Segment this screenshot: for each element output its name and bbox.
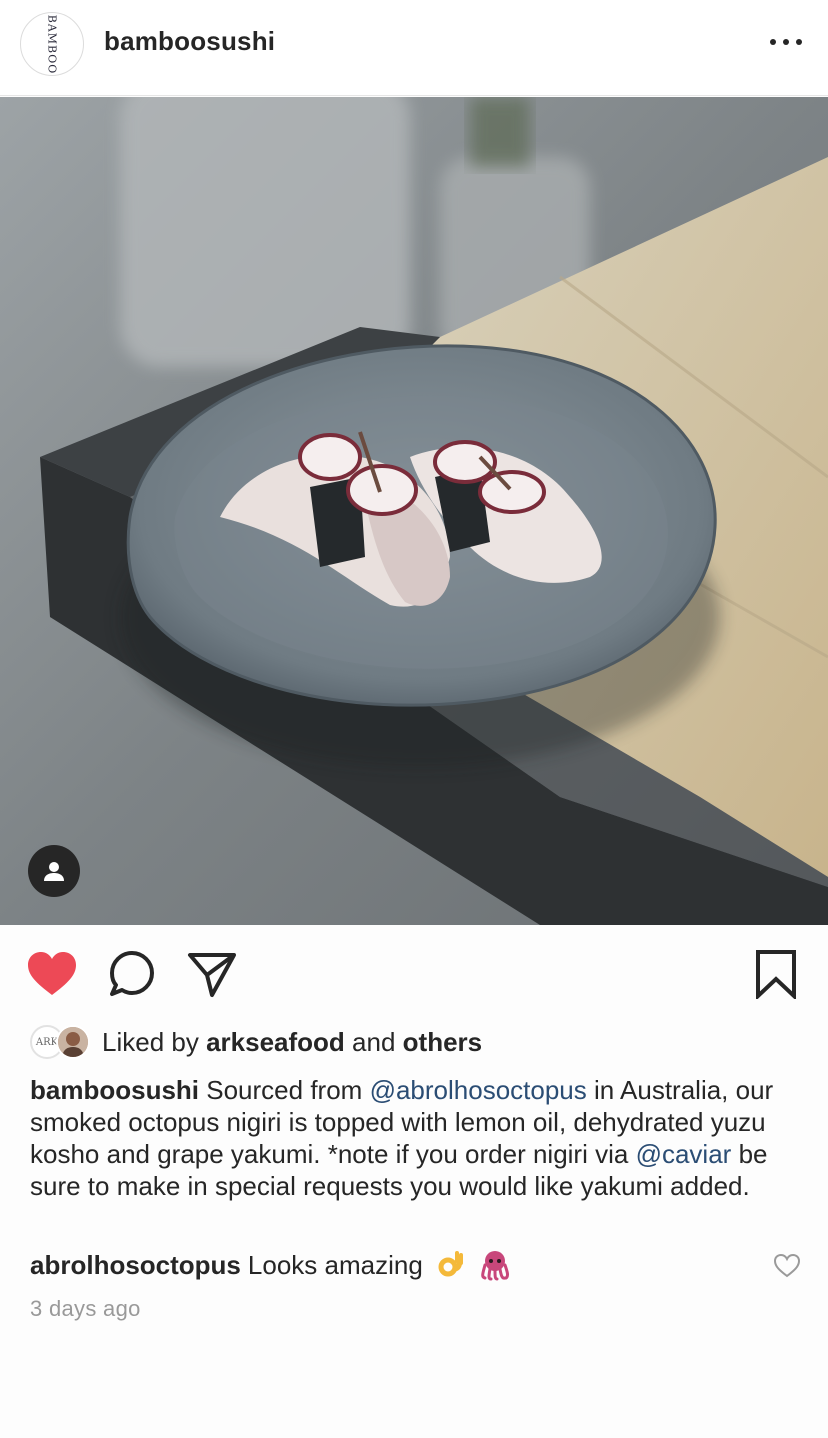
post-caption: bamboosushi Sourced from @abrolhosoctopu… [30, 1074, 800, 1202]
heart-filled-icon [28, 952, 76, 995]
save-button[interactable] [750, 948, 802, 1000]
likes-text: Liked by arkseafood and others [102, 1027, 482, 1058]
sushi-photo-illustration [0, 97, 828, 925]
caption-mention[interactable]: @abrolhosoctopus [370, 1075, 587, 1105]
paper-plane-icon [188, 953, 236, 997]
caption-mention[interactable]: @caviar [636, 1139, 732, 1169]
likes-prefix: Liked by [102, 1026, 199, 1057]
comment-bubble-icon [110, 951, 154, 996]
likes-others-link[interactable]: others [403, 1027, 482, 1057]
profile-avatar[interactable]: BAMBOO [20, 12, 84, 76]
liker-avatar-text: ARK [35, 1036, 59, 1048]
comment-username[interactable]: abrolhosoctopus [30, 1248, 241, 1282]
person-icon [44, 862, 64, 881]
more-dot-icon [770, 39, 776, 45]
comment-text: Looks amazing [247, 1250, 423, 1280]
likes-summary[interactable]: ARK Liked by arkseafood and others [30, 1022, 482, 1062]
likes-connector: and [352, 1026, 396, 1057]
comment-row: abrolhosoctopus Looks amazing [30, 1248, 770, 1282]
octopus-emoji [481, 1251, 509, 1281]
liker-avatar [56, 1025, 90, 1059]
share-button[interactable] [186, 948, 238, 1000]
post-header: BAMBOO bamboosushi [0, 0, 828, 96]
comment-button[interactable] [106, 948, 158, 1000]
caption-text: Sourced from [206, 1075, 363, 1105]
ok-hand-emoji [438, 1251, 463, 1277]
more-dot-icon [783, 39, 789, 45]
post-actions-bar [0, 926, 828, 1022]
post-photo[interactable] [0, 97, 828, 925]
post-timestamp: 3 days ago [30, 1296, 141, 1321]
more-dot-icon [796, 39, 802, 45]
avatar-logo-text: BAMBOO [45, 14, 59, 74]
person-photo-icon [58, 1027, 88, 1057]
post-username[interactable]: bamboosushi [104, 26, 275, 57]
liker-username[interactable]: arkseafood [206, 1027, 345, 1057]
like-button[interactable] [26, 948, 78, 1000]
comment-like-button[interactable] [773, 1253, 801, 1278]
bookmark-icon [756, 950, 796, 999]
tagged-people-button[interactable] [28, 845, 80, 897]
caption-username[interactable]: bamboosushi [30, 1075, 199, 1105]
more-options-button[interactable] [766, 28, 806, 56]
heart-outline-icon [773, 1253, 801, 1278]
